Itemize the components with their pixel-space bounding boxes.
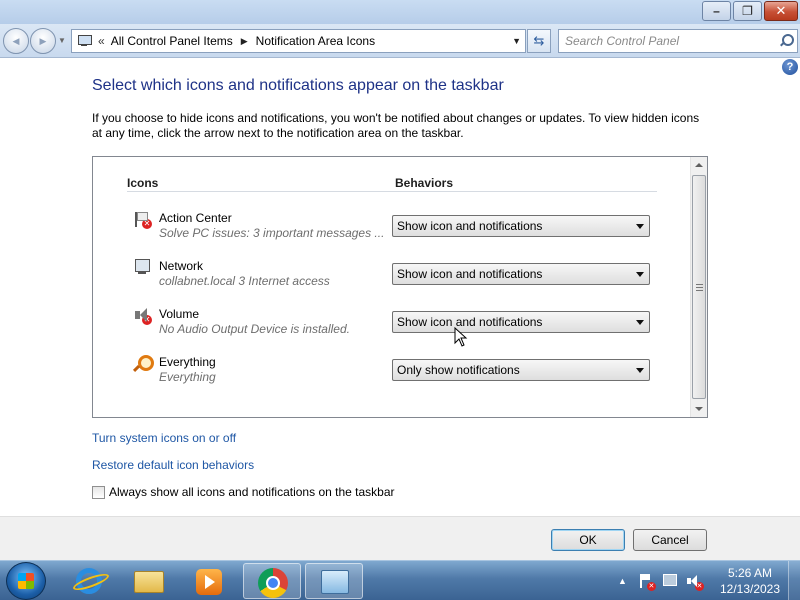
behavior-dropdown-network[interactable]: Show icon and notifications <box>392 263 650 285</box>
address-overflow-chevron[interactable]: « <box>98 34 105 48</box>
always-show-label[interactable]: Always show all icons and notifications … <box>109 485 395 499</box>
always-show-row[interactable]: Always show all icons and notifications … <box>92 485 395 499</box>
search-icon[interactable] <box>779 34 794 48</box>
minimize-icon: – <box>713 4 720 18</box>
notification-icons-list: Icons Behaviors ✕ Action Center Solve PC… <box>92 156 708 418</box>
scroll-up-arrow-icon[interactable] <box>691 157 707 174</box>
restore-defaults-link[interactable]: Restore default icon behaviors <box>92 458 254 472</box>
item-name: Network <box>159 259 204 273</box>
restore-icon: ❐ <box>742 4 753 18</box>
taskbar-file-explorer[interactable] <box>120 563 178 599</box>
behavior-value: Show icon and notifications <box>397 315 543 329</box>
recent-pages-dropdown-icon[interactable]: ▼ <box>58 36 66 45</box>
behavior-dropdown-action-center[interactable]: Show icon and notifications <box>392 215 650 237</box>
item-description: Solve PC issues: 3 important messages ..… <box>159 226 385 240</box>
tray-action-center-icon[interactable]: ✕ <box>637 572 656 591</box>
cancel-button[interactable]: Cancel <box>633 529 707 551</box>
taskbar-control-panel[interactable] <box>305 563 363 599</box>
taskbar: ▲ ✕ ✕ 5:26 AM 12/13/2023 <box>0 560 800 600</box>
taskbar-clock[interactable]: 5:26 AM 12/13/2023 <box>714 565 786 597</box>
mouse-cursor-icon <box>454 327 468 347</box>
dropdown-arrow-icon <box>636 272 644 277</box>
search-box[interactable] <box>558 29 798 53</box>
show-hidden-icons-arrow-icon[interactable]: ▲ <box>618 576 627 586</box>
media-player-icon <box>196 569 222 595</box>
breadcrumb-notification-area-icons[interactable]: Notification Area Icons <box>256 34 375 48</box>
scrollbar-thumb[interactable] <box>692 175 706 399</box>
title-bar: – ❐ ✕ <box>0 0 800 24</box>
start-button[interactable] <box>6 562 46 600</box>
refresh-button[interactable]: ⇆ <box>527 29 551 53</box>
behavior-value: Show icon and notifications <box>397 267 543 281</box>
forward-arrow-icon: ▶ <box>39 35 47 46</box>
list-item-network: Network collabnet.local 3 Internet acces… <box>93 257 689 297</box>
maximize-button[interactable]: ❐ <box>733 1 762 21</box>
error-badge-icon: ✕ <box>142 315 152 325</box>
column-header-icons: Icons <box>127 176 159 190</box>
breadcrumb-all-control-panel-items[interactable]: All Control Panel Items <box>111 34 233 48</box>
vertical-scrollbar[interactable] <box>690 157 707 417</box>
grip-icon <box>696 284 703 291</box>
volume-icon: ✕ <box>133 306 152 325</box>
item-description: No Audio Output Device is installed. <box>159 322 350 336</box>
item-name: Action Center <box>159 211 232 225</box>
page-description: If you choose to hide icons and notifica… <box>92 111 700 140</box>
behavior-dropdown-everything[interactable]: Only show notifications <box>392 359 650 381</box>
item-description: collabnet.local 3 Internet access <box>159 274 330 288</box>
back-button[interactable]: ◀ <box>3 28 29 54</box>
control-panel-icon <box>321 570 349 594</box>
scroll-down-arrow-icon[interactable] <box>691 400 707 417</box>
everything-search-icon <box>133 354 154 372</box>
header-divider <box>127 191 657 192</box>
behavior-dropdown-volume[interactable]: Show icon and notifications <box>392 311 650 333</box>
dropdown-arrow-icon <box>636 368 644 373</box>
back-arrow-icon: ◀ <box>12 35 20 46</box>
list-item-volume: ✕ Volume No Audio Output Device is insta… <box>93 305 689 345</box>
behavior-value: Show icon and notifications <box>397 219 543 233</box>
control-panel-icon <box>76 34 94 48</box>
item-description: Everything <box>159 370 216 384</box>
always-show-checkbox[interactable] <box>92 485 105 499</box>
address-history-dropdown-icon[interactable]: ▼ <box>512 36 521 46</box>
dialog-button-bar: OK Cancel <box>0 516 800 560</box>
taskbar-media-player[interactable] <box>180 563 238 599</box>
close-icon: ✕ <box>775 3 787 18</box>
item-name: Everything <box>159 355 216 369</box>
tray-network-icon[interactable] <box>661 572 679 590</box>
taskbar-internet-explorer[interactable] <box>60 563 118 599</box>
dropdown-arrow-icon <box>636 320 644 325</box>
page-title: Select which icons and notifications app… <box>92 77 504 94</box>
close-window-button[interactable]: ✕ <box>764 1 798 21</box>
minimize-button[interactable]: – <box>702 1 731 21</box>
system-tray: ▲ ✕ ✕ <box>618 561 709 600</box>
ok-button[interactable]: OK <box>551 529 625 551</box>
navigation-bar: ◀ ▶ ▼ « All Control Panel Items ▶ Notifi… <box>0 24 800 58</box>
dropdown-arrow-icon <box>636 224 644 229</box>
show-desktop-button[interactable] <box>788 561 800 600</box>
list-item-action-center: ✕ Action Center Solve PC issues: 3 impor… <box>93 209 689 249</box>
clock-time: 5:26 AM <box>727 566 773 580</box>
chrome-icon <box>258 568 288 598</box>
action-center-icon: ✕ <box>133 210 152 229</box>
error-badge-icon: ✕ <box>694 582 704 591</box>
clock-date: 12/13/2023 <box>719 582 781 596</box>
search-input[interactable] <box>559 30 769 52</box>
list-item-everything: Everything Everything Only show notifica… <box>93 353 689 393</box>
taskbar-chrome[interactable] <box>243 563 301 599</box>
folder-icon <box>134 571 164 593</box>
forward-button[interactable]: ▶ <box>30 28 56 54</box>
tray-volume-icon[interactable]: ✕ <box>685 572 704 591</box>
error-badge-icon: ✕ <box>646 582 656 591</box>
behavior-value: Only show notifications <box>397 363 520 377</box>
refresh-icon: ⇆ <box>533 33 545 48</box>
breadcrumb-separator-icon[interactable]: ▶ <box>241 36 248 47</box>
address-bar[interactable]: « All Control Panel Items ▶ Notification… <box>71 29 526 53</box>
internet-explorer-icon <box>76 568 102 594</box>
column-header-behaviors: Behaviors <box>395 176 454 190</box>
error-badge-icon: ✕ <box>142 219 152 229</box>
item-name: Volume <box>159 307 200 321</box>
help-icon[interactable]: ? <box>782 59 798 75</box>
turn-system-icons-link[interactable]: Turn system icons on or off <box>92 431 236 445</box>
network-icon <box>133 258 151 276</box>
